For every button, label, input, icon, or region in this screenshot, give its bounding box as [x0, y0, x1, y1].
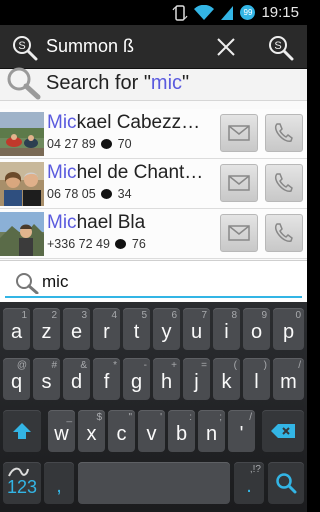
call-button[interactable] — [265, 114, 303, 152]
key[interactable]: 4r — [93, 308, 120, 350]
key[interactable]: 0p — [273, 308, 304, 350]
svg-text:S: S — [274, 40, 281, 52]
status-icons: 99 19:15 — [172, 3, 299, 22]
key[interactable]: ) l — [243, 358, 270, 400]
contact-photo — [0, 212, 44, 256]
message-button[interactable] — [220, 114, 258, 152]
backspace-key[interactable] — [262, 410, 304, 452]
call-button[interactable] — [265, 164, 303, 202]
key[interactable]: * f — [93, 358, 120, 400]
key[interactable]: (k — [213, 358, 240, 400]
search-for-row[interactable]: Search for "mic" — [0, 67, 307, 101]
key[interactable]: :b — [168, 410, 195, 452]
key[interactable]: @ q — [3, 358, 30, 400]
key[interactable]: + h — [153, 358, 180, 400]
contact-photo — [0, 162, 44, 206]
contact-row[interactable]: Michael Bla +336 72 49 76 — [0, 209, 307, 259]
search-input-bar[interactable]: mic — [0, 260, 307, 302]
svg-text:S: S — [18, 40, 25, 52]
key[interactable]: 7u — [183, 308, 210, 350]
envelope-icon — [228, 125, 250, 141]
input-underline — [5, 296, 302, 298]
key[interactable]: _ w — [48, 410, 75, 452]
wifi-icon — [194, 4, 215, 20]
shift-key[interactable] — [3, 410, 41, 452]
search-for-label: Search for "mic" — [46, 72, 190, 94]
contact-phone: 06 78 05 34 — [47, 187, 132, 201]
key[interactable]: " c — [108, 410, 135, 452]
contact-name: Michel de Chant… — [47, 162, 204, 183]
message-button[interactable] — [220, 214, 258, 252]
s-settings-icon[interactable]: S — [268, 35, 294, 61]
contact-photo — [0, 112, 44, 156]
key[interactable]: 9o — [243, 308, 270, 350]
comma-key[interactable]: , — [44, 462, 74, 504]
key[interactable]: & d — [63, 358, 90, 400]
search-icon — [276, 473, 297, 494]
key[interactable]: 1a — [3, 308, 30, 350]
key[interactable]: 2z — [33, 308, 60, 350]
message-button[interactable] — [220, 164, 258, 202]
punctuation-key[interactable]: ,!?. — [234, 462, 264, 504]
contact-row[interactable]: Mickael Cabezz… 04 27 89 70 — [0, 109, 307, 159]
key[interactable]: # s — [33, 358, 60, 400]
search-input[interactable]: mic — [42, 272, 68, 292]
call-button[interactable] — [265, 214, 303, 252]
search-icon — [16, 273, 39, 294]
key[interactable]: = j — [183, 358, 210, 400]
contact-phone: +336 72 49 76 — [47, 237, 146, 251]
key[interactable]: 8i — [213, 308, 240, 350]
magnifier-icon — [7, 67, 41, 100]
symbols-key[interactable]: 123 — [3, 462, 41, 504]
phone-icon — [274, 223, 293, 242]
envelope-icon — [228, 175, 250, 191]
contact-name: Mickael Cabezz… — [47, 112, 201, 133]
key[interactable]: ' v — [138, 410, 165, 452]
app-title: Summon ß — [46, 36, 135, 56]
shift-arrow-icon — [13, 423, 31, 439]
key[interactable]: -g — [123, 358, 150, 400]
screen-rotation-icon — [172, 4, 188, 21]
close-icon[interactable] — [214, 35, 238, 59]
s-search-logo-icon[interactable]: S — [12, 35, 38, 61]
space-key[interactable] — [78, 462, 230, 504]
signal-icon — [221, 5, 234, 20]
contact-name: Michael Bla — [47, 212, 146, 233]
status-time: 19:15 — [261, 4, 299, 21]
status-bar: 99 19:15 — [0, 0, 307, 25]
contact-phone: 04 27 89 70 — [47, 137, 132, 151]
backspace-icon — [271, 424, 295, 438]
notification-badge: 99 — [240, 5, 256, 20]
key[interactable]: / m — [273, 358, 304, 400]
search-key[interactable] — [268, 462, 304, 504]
key[interactable]: / ' — [228, 410, 255, 452]
envelope-icon — [228, 225, 250, 241]
app-bar: S Summon ß S — [0, 25, 307, 69]
key[interactable]: 3e — [63, 308, 90, 350]
contact-row[interactable]: Michel de Chant… 06 78 05 34 — [0, 159, 307, 209]
key[interactable]: 6y — [153, 308, 180, 350]
key[interactable]: $ x — [78, 410, 105, 452]
key[interactable]: 5t — [123, 308, 150, 350]
phone-icon — [274, 173, 293, 192]
soft-keyboard: 1a 2z 3e 4r 5t 6y 7u 8i 9o 0p @ q # s & d *… — [0, 302, 307, 512]
phone-icon — [274, 123, 293, 142]
key[interactable]: ; n — [198, 410, 225, 452]
